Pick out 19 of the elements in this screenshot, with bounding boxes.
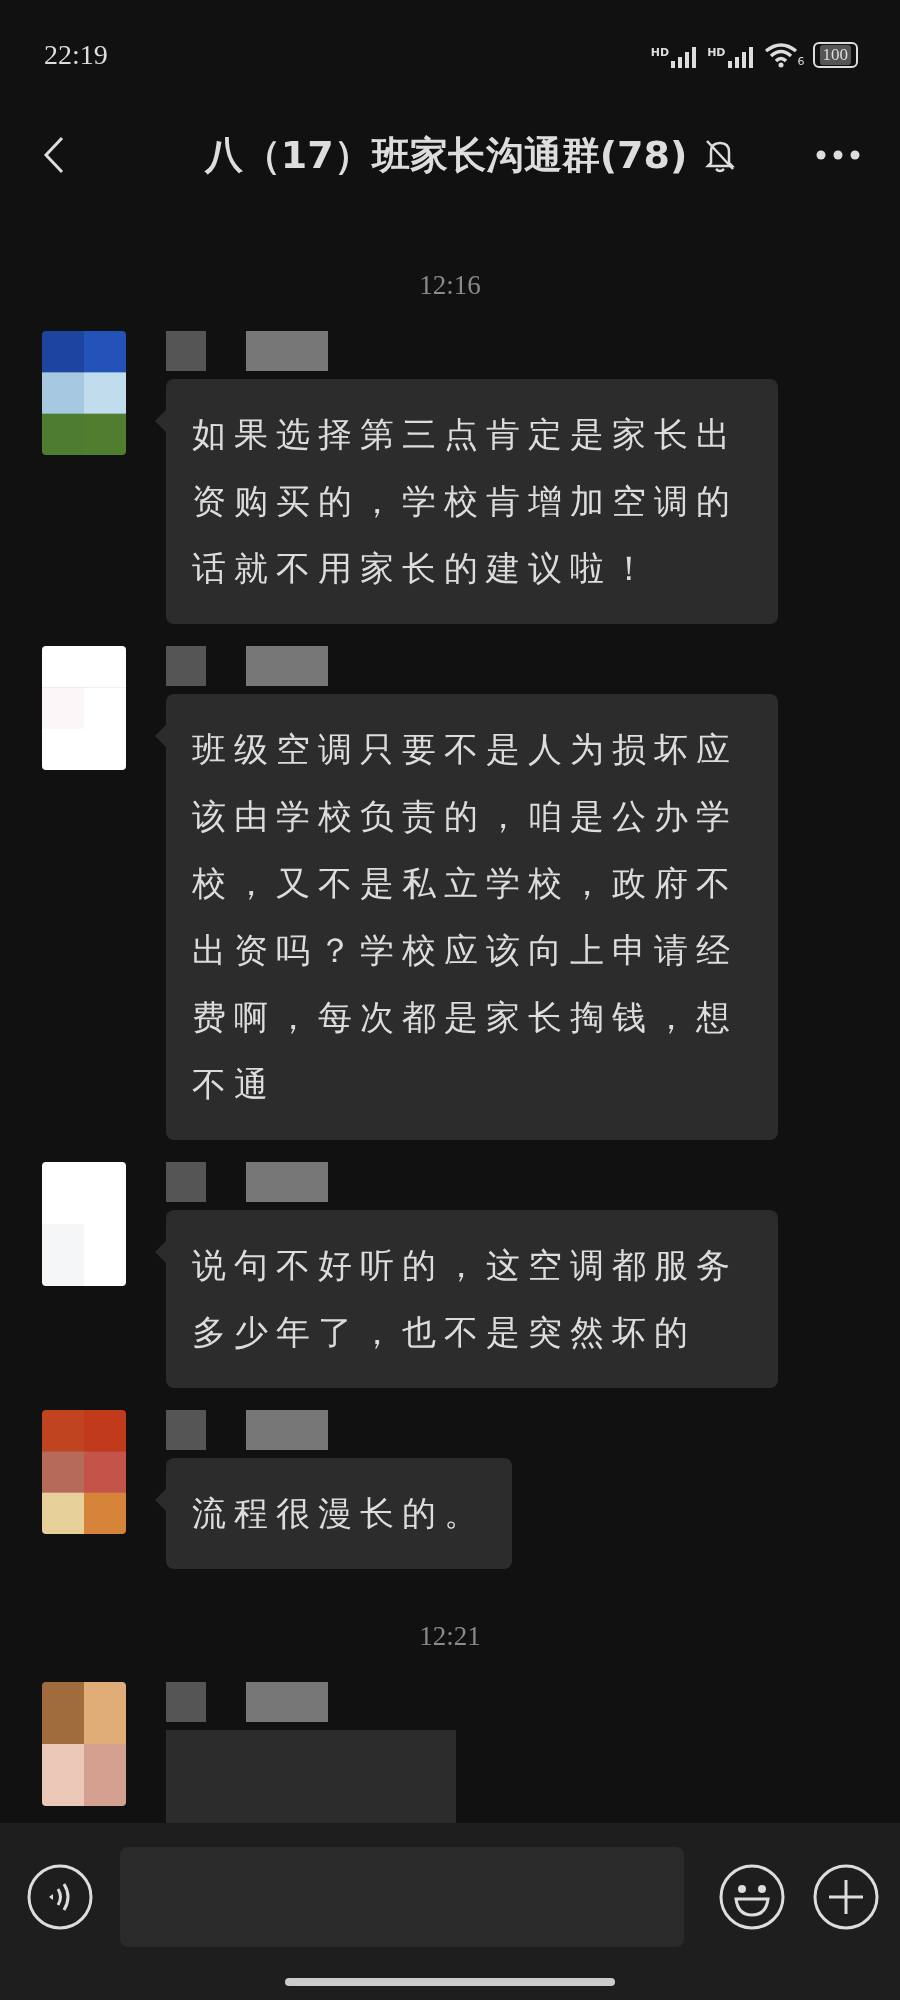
timestamp: 12:16 [419,270,481,301]
back-icon[interactable] [42,135,66,175]
more-icon[interactable] [816,150,860,160]
blurred-name [166,1682,206,1722]
blurred-name [166,331,206,371]
bubble-tail [155,1488,167,1512]
bubble-tail [155,1240,167,1264]
bubble-tail [155,409,167,433]
status-time: 22:19 [44,39,108,71]
blurred-name [166,1410,206,1450]
blurred-name [166,1162,206,1202]
emoji-icon[interactable] [718,1862,786,1931]
blurred-name [166,646,206,686]
chat-title: 八（17）班家长沟通群(78) [204,131,688,179]
bubble-tail [155,724,167,748]
timestamp: 12:21 [419,1621,481,1652]
battery-icon: 100 [812,42,858,68]
voice-icon[interactable] [26,1862,94,1931]
plus-icon[interactable] [812,1862,880,1931]
